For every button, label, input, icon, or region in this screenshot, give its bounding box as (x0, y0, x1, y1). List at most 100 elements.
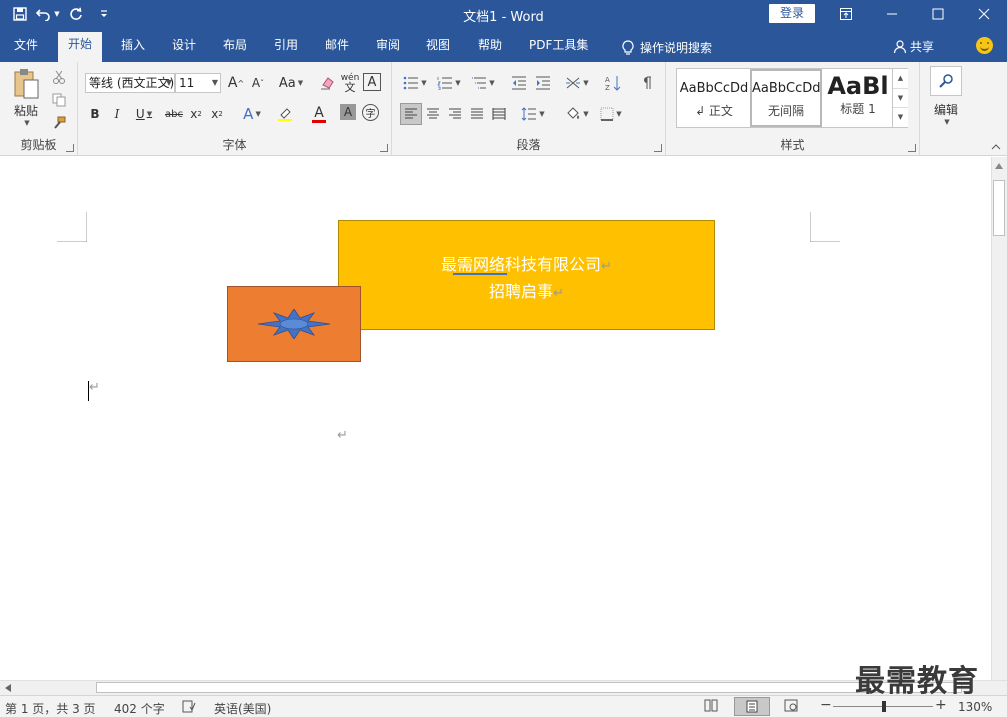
tab-help[interactable]: 帮助 (468, 34, 512, 62)
multilevel-list-icon[interactable]: ▼ (468, 72, 498, 94)
font-group: 等线 (西文正文) ▼ 11 ▼ A ^ Aˇ Aa ▼ wén 文 A B I U ▼… (78, 62, 392, 156)
scroll-up-icon[interactable] (991, 158, 1007, 174)
font-name-combo[interactable]: 等线 (西文正文) ▼ (85, 73, 175, 93)
bold-icon[interactable]: B (86, 103, 104, 125)
zoom-level[interactable]: 130% (958, 700, 992, 714)
web-layout-icon[interactable] (784, 699, 798, 715)
superscript-icon[interactable]: x2 (208, 103, 226, 125)
change-case-button[interactable]: Aa ▼ (276, 72, 306, 94)
print-layout-icon[interactable] (734, 697, 770, 716)
minimize-icon[interactable] (869, 0, 915, 28)
close-icon[interactable] (961, 0, 1007, 28)
phonetic-guide-icon[interactable]: wén 文 (340, 72, 360, 94)
more-styles-icon[interactable]: ▼ (893, 107, 908, 126)
share-button[interactable]: 共享 (893, 38, 934, 55)
tell-me-search[interactable]: 操作说明搜索 (612, 34, 722, 62)
enclose-characters-icon[interactable]: 字 (362, 104, 379, 121)
collapse-ribbon-icon[interactable] (988, 140, 1004, 154)
editing-button[interactable]: 编辑 ▼ (924, 98, 968, 128)
align-center-icon[interactable] (422, 103, 444, 125)
maximize-icon[interactable] (915, 0, 961, 28)
login-button[interactable]: 登录 (769, 4, 815, 23)
copy-icon[interactable] (48, 89, 70, 111)
tab-file[interactable]: 文件 (4, 34, 48, 62)
title-bar: ▼ 文档1 - Word 登录 (0, 0, 1007, 28)
character-border-icon[interactable]: A (363, 73, 381, 91)
tab-mailings[interactable]: 邮件 (315, 34, 359, 62)
subscript-icon[interactable]: x2 (187, 103, 205, 125)
tab-home[interactable]: 开始 (58, 32, 103, 62)
borders-icon[interactable]: ▼ (596, 103, 626, 125)
decrease-indent-icon[interactable] (508, 72, 530, 94)
shading-icon[interactable]: ▼ (562, 103, 592, 125)
horizontal-scroll-thumb[interactable] (96, 682, 962, 693)
vertical-scroll-thumb[interactable] (993, 180, 1005, 236)
format-painter-icon[interactable] (48, 112, 70, 134)
undo-icon[interactable]: ▼ (36, 3, 60, 25)
underline-icon[interactable]: U ▼ (130, 103, 158, 125)
word-count[interactable]: 402 个字 (114, 700, 165, 717)
styles-launcher-icon[interactable] (908, 144, 916, 152)
tab-references[interactable]: 引用 (264, 34, 308, 62)
chevron-down-icon: ▼ (211, 78, 218, 87)
align-left-icon[interactable] (400, 103, 422, 125)
italic-icon[interactable]: I (108, 103, 126, 125)
paste-button[interactable]: 粘贴 ▼ (6, 66, 46, 128)
save-icon[interactable] (8, 3, 32, 25)
customize-qat-icon[interactable] (92, 3, 116, 25)
page-count[interactable]: 第 1 页，共 3 页 (5, 700, 96, 717)
distributed-icon[interactable] (488, 103, 510, 125)
chevron-down-icon[interactable]: ▼ (893, 88, 908, 107)
style-normal[interactable]: AaBbCcDd ↲ 正文 (678, 69, 750, 127)
tab-layout[interactable]: 布局 (213, 34, 257, 62)
lightbulb-icon (622, 40, 634, 55)
grow-font-icon[interactable]: A ^ (226, 72, 246, 94)
read-mode-icon[interactable] (704, 699, 718, 715)
feedback-smiley-icon[interactable] (976, 37, 993, 54)
ribbon-display-options-icon[interactable] (823, 0, 869, 28)
company-banner-shape[interactable]: 最需网络科技有限公司↵ 招聘启事↵ (338, 220, 715, 330)
person-icon (893, 39, 907, 53)
tab-review[interactable]: 审阅 (366, 34, 410, 62)
increase-indent-icon[interactable] (532, 72, 554, 94)
font-launcher-icon[interactable] (380, 144, 388, 152)
clipboard-launcher-icon[interactable] (66, 144, 74, 152)
tab-view[interactable]: 视图 (416, 34, 460, 62)
line-spacing-icon[interactable]: ▼ (518, 103, 548, 125)
paragraph-mark: ↵ (89, 380, 100, 395)
tab-pdf-tools[interactable]: PDF工具集 (519, 34, 598, 62)
numbering-icon[interactable]: ▼ (434, 72, 464, 94)
find-icon[interactable] (930, 66, 962, 96)
tab-design[interactable]: 设计 (162, 34, 206, 62)
style-no-spacing[interactable]: AaBbCcDd 无间隔 (750, 69, 822, 127)
cut-icon[interactable] (48, 66, 70, 88)
orange-rectangle-shape[interactable] (227, 286, 361, 362)
chinese-layout-icon[interactable]: ▼ (562, 72, 592, 94)
highlight-icon[interactable] (270, 103, 300, 125)
language-indicator[interactable]: 英语(美国) (214, 700, 271, 717)
redo-icon[interactable] (64, 3, 88, 25)
styles-group-label: 样式 (780, 138, 805, 152)
zoom-slider-thumb[interactable] (882, 701, 886, 712)
paragraph-launcher-icon[interactable] (654, 144, 662, 152)
align-right-icon[interactable] (444, 103, 466, 125)
font-size-combo[interactable]: 11 ▼ (175, 73, 221, 93)
quick-access-toolbar: ▼ (8, 3, 116, 25)
bullets-icon[interactable]: ▼ (400, 72, 430, 94)
character-shading-icon[interactable]: A (340, 104, 356, 120)
chevron-up-icon[interactable]: ▲ (893, 69, 908, 88)
text-effects-icon[interactable]: A ▼ (238, 103, 266, 125)
styles-gallery-scroll[interactable]: ▲ ▼ ▼ (892, 69, 908, 127)
strikethrough-icon[interactable]: abc (164, 103, 184, 125)
zoom-out-icon[interactable]: − (820, 697, 832, 713)
style-heading-1[interactable]: AaBl 标题 1 (822, 69, 894, 127)
tab-insert[interactable]: 插入 (111, 34, 155, 62)
font-color-icon[interactable]: A (304, 103, 334, 125)
show-formatting-marks-icon[interactable] (636, 72, 658, 94)
clear-formatting-icon[interactable] (318, 72, 338, 94)
proofing-icon[interactable] (182, 700, 196, 716)
scroll-left-icon[interactable] (2, 681, 14, 694)
sort-icon[interactable]: AZ (602, 72, 624, 94)
justify-icon[interactable] (466, 103, 488, 125)
shrink-font-icon[interactable]: Aˇ (248, 72, 268, 94)
